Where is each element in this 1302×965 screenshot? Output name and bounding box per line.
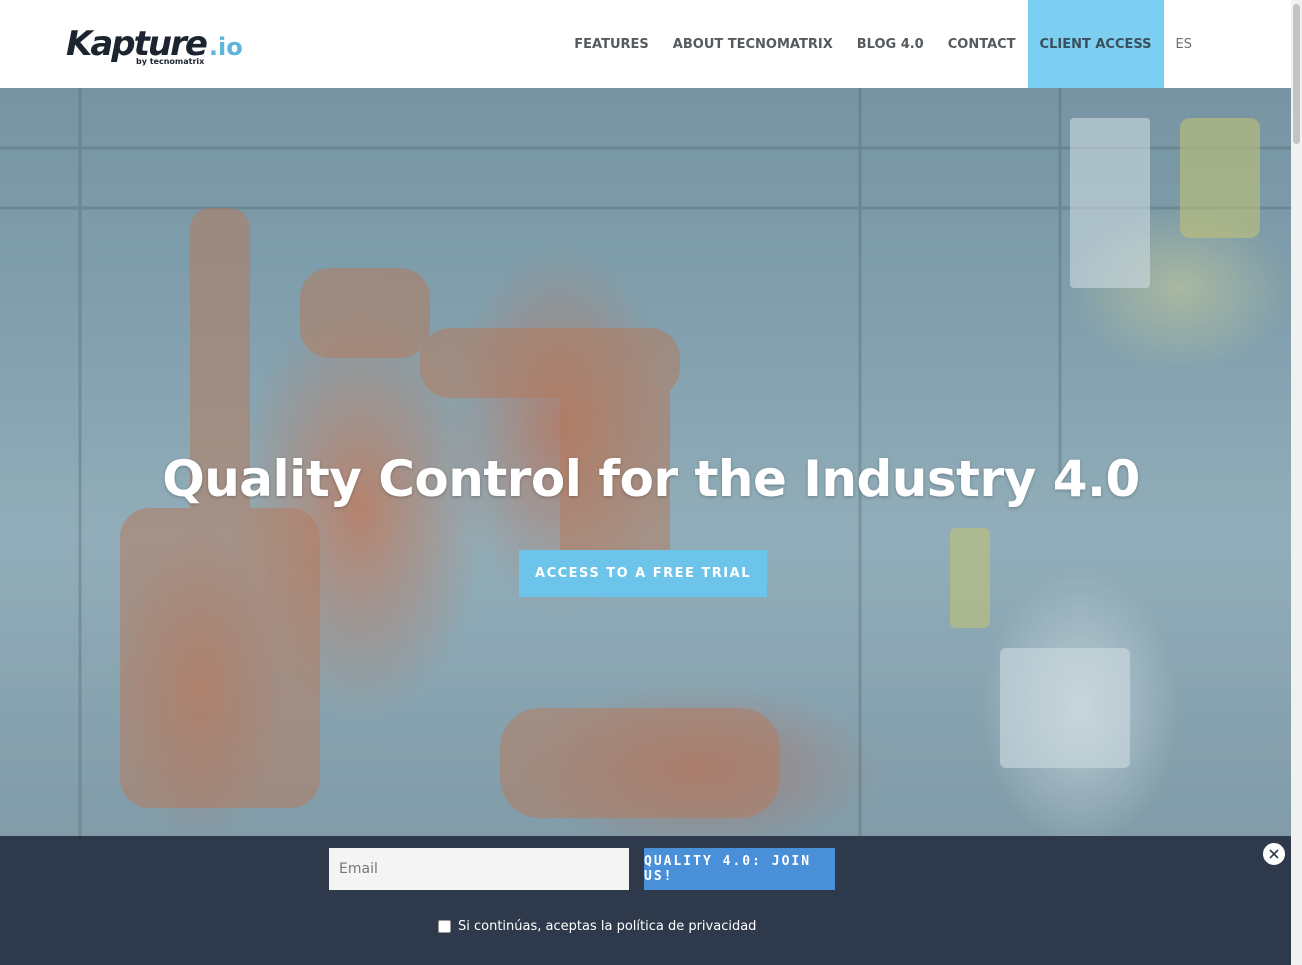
nav-item-about-tecnomatrix[interactable]: ABOUT TECNOMATRIX	[661, 0, 845, 88]
free-trial-button[interactable]: ACCESS TO A FREE TRIAL	[519, 550, 767, 597]
main-nav: FEATURES ABOUT TECNOMATRIX BLOG 4.0 CONT…	[562, 0, 1204, 88]
join-us-button[interactable]: QUALITY 4.0: JOIN US!	[644, 848, 835, 890]
kapture-logo[interactable]: Kapture .io by tecnomatrix	[66, 26, 243, 68]
nav-item-client-access[interactable]: CLIENT ACCESS	[1027, 0, 1164, 88]
hero-section: Quality Control for the Industry 4.0 ACC…	[0, 88, 1291, 836]
close-optin-button[interactable]	[1262, 842, 1286, 866]
site-header: Kapture .io by tecnomatrix FEATURES ABOUT…	[0, 0, 1291, 88]
privacy-consent: Si continúas, aceptas la política de pri…	[438, 919, 756, 934]
logo-tagline: by tecnomatrix	[136, 57, 205, 66]
privacy-consent-label: Si continúas, aceptas la política de pri…	[458, 919, 757, 934]
scrollbar-thumb[interactable]	[1293, 4, 1300, 144]
hero-title: Quality Control for the Industry 4.0	[162, 450, 1140, 508]
privacy-consent-checkbox[interactable]	[438, 920, 451, 933]
email-optin-bar: QUALITY 4.0: JOIN US! Si continúas, acep…	[0, 836, 1291, 965]
logo-suffix-text: .io	[208, 33, 243, 61]
nav-item-blog[interactable]: BLOG 4.0	[845, 0, 936, 88]
email-input[interactable]	[329, 848, 629, 890]
page-scrollbar[interactable]	[1291, 0, 1302, 965]
nav-item-features[interactable]: FEATURES	[562, 0, 661, 88]
nav-item-contact[interactable]: CONTACT	[936, 0, 1028, 88]
language-switch-es[interactable]: ES	[1164, 0, 1204, 88]
close-icon	[1269, 849, 1279, 859]
